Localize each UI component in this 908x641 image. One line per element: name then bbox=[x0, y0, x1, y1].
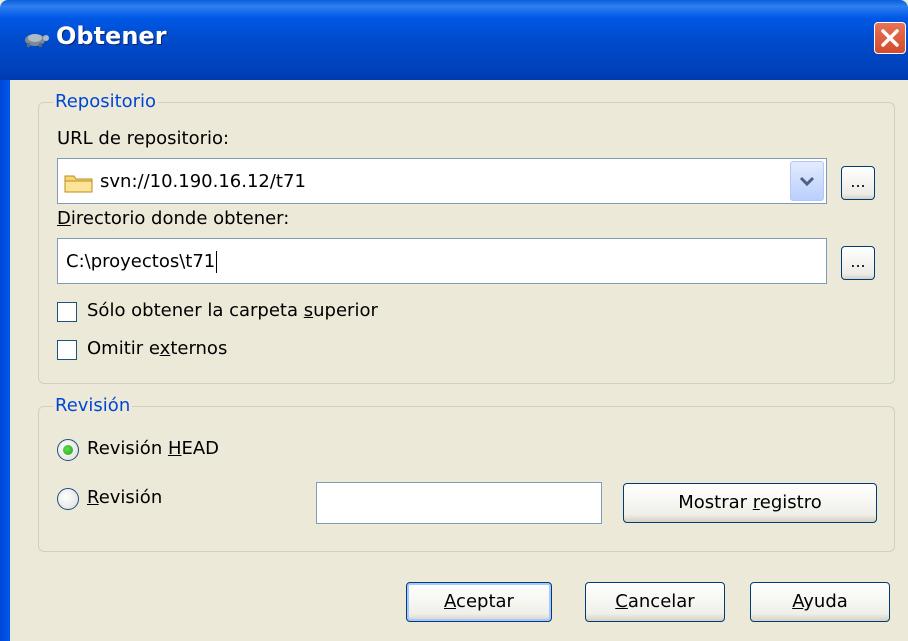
close-button[interactable] bbox=[874, 22, 906, 54]
url-combobox[interactable]: svn://10.190.16.12/t71 bbox=[57, 158, 827, 204]
revision-head-radio[interactable] bbox=[57, 439, 79, 461]
tortoise-icon bbox=[25, 34, 49, 47]
help-button[interactable]: Ayuda bbox=[750, 582, 890, 622]
show-log-button[interactable]: Mostrar registro bbox=[623, 483, 877, 523]
directory-label: Directorio donde obtener: bbox=[57, 208, 290, 229]
directory-value-text: C:\proyectos\t71 bbox=[66, 251, 216, 272]
only-top-folder-mnemonic: s bbox=[303, 300, 314, 321]
revision-legend: Revisión bbox=[53, 395, 133, 416]
url-dropdown-button[interactable] bbox=[790, 161, 824, 201]
url-label: URL de repositorio: bbox=[57, 128, 230, 149]
revision-head-mnemonic: H bbox=[167, 438, 182, 459]
omit-externals-checkbox[interactable] bbox=[57, 340, 77, 360]
only-top-folder-label: Sólo obtener la carpeta superior bbox=[87, 300, 378, 321]
directory-label-mnemonic: D bbox=[57, 208, 71, 229]
window-frame-left bbox=[0, 80, 10, 641]
cancel-button[interactable]: Cancelar bbox=[585, 582, 725, 622]
only-top-folder-checkbox[interactable] bbox=[57, 302, 77, 322]
url-value: svn://10.190.16.12/t71 bbox=[100, 171, 306, 192]
omit-externals-mnemonic: x bbox=[159, 338, 171, 359]
title-bar[interactable]: Obtener bbox=[0, 0, 908, 80]
omit-externals-label: Omitir externos bbox=[87, 338, 228, 359]
directory-browse-button[interactable]: ... bbox=[841, 246, 875, 280]
window-title: Obtener bbox=[56, 22, 167, 50]
revision-mnemonic: R bbox=[87, 487, 99, 508]
directory-value: C:\proyectos\t71 bbox=[66, 251, 218, 273]
revision-input[interactable] bbox=[316, 482, 602, 524]
url-browse-button[interactable]: ... bbox=[841, 166, 875, 200]
chevron-down-icon bbox=[799, 176, 815, 187]
ok-mnemonic: A bbox=[444, 591, 457, 612]
repositorio-legend: Repositorio bbox=[53, 91, 159, 112]
revision-group: Revisión bbox=[38, 395, 895, 552]
revision-head-label: Revisión HEAD bbox=[87, 438, 220, 459]
directory-input[interactable]: C:\proyectos\t71 bbox=[57, 238, 827, 284]
folder-icon bbox=[64, 175, 93, 193]
text-caret bbox=[216, 251, 218, 273]
cancel-mnemonic: C bbox=[615, 591, 628, 612]
show-log-mnemonic: r bbox=[752, 492, 760, 513]
close-icon bbox=[881, 29, 899, 47]
help-mnemonic: A bbox=[792, 591, 804, 612]
ok-button[interactable]: Aceptar bbox=[406, 582, 552, 622]
revision-radio[interactable] bbox=[57, 488, 79, 510]
radio-selected-dot bbox=[63, 445, 73, 455]
revision-label: Revisión bbox=[87, 487, 163, 508]
